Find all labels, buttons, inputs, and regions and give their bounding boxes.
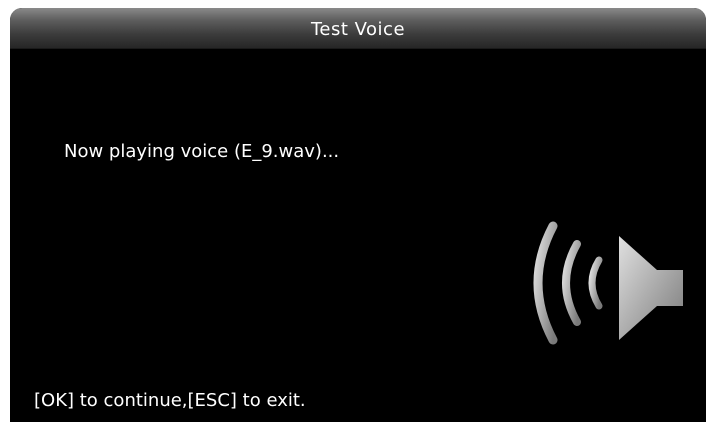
window-title: Test Voice — [310, 19, 406, 40]
title-bar: Test Voice — [10, 8, 706, 49]
speaker-sound-icon — [533, 221, 683, 345]
playing-status-message: Now playing voice (E_9.wav)... — [64, 141, 340, 162]
device-screen: Test Voice Now playing voice (E_9.wav)..… — [10, 8, 706, 422]
footer-hint: [OK] to continue,[ESC] to exit. — [34, 390, 306, 411]
